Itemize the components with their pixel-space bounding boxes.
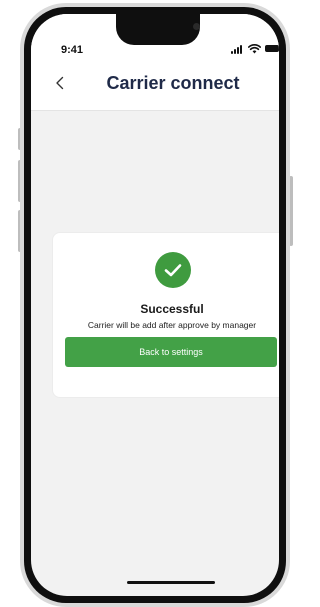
back-to-settings-button[interactable]: Back to settings	[65, 337, 277, 367]
check-circle-icon	[155, 252, 191, 288]
camera-icon	[193, 23, 200, 30]
home-indicator[interactable]	[127, 581, 215, 584]
phone-bezel: 9:41 Carrier connect Successful Carrier …	[24, 7, 286, 603]
phone-screen: 9:41 Carrier connect Successful Carrier …	[31, 14, 279, 596]
wifi-icon	[248, 44, 261, 54]
success-message: Carrier will be add after approve by man…	[87, 320, 257, 330]
phone-frame: 9:41 Carrier connect Successful Carrier …	[20, 3, 290, 607]
success-title: Successful	[140, 302, 204, 316]
app-header: 9:41 Carrier connect	[31, 14, 279, 111]
signal-icon	[231, 43, 245, 54]
status-time: 9:41	[61, 44, 84, 56]
success-card: Successful Carrier will be add after app…	[52, 232, 279, 398]
notch	[116, 14, 200, 45]
battery-icon	[265, 45, 279, 52]
page-title: Carrier connect	[106, 73, 240, 93]
